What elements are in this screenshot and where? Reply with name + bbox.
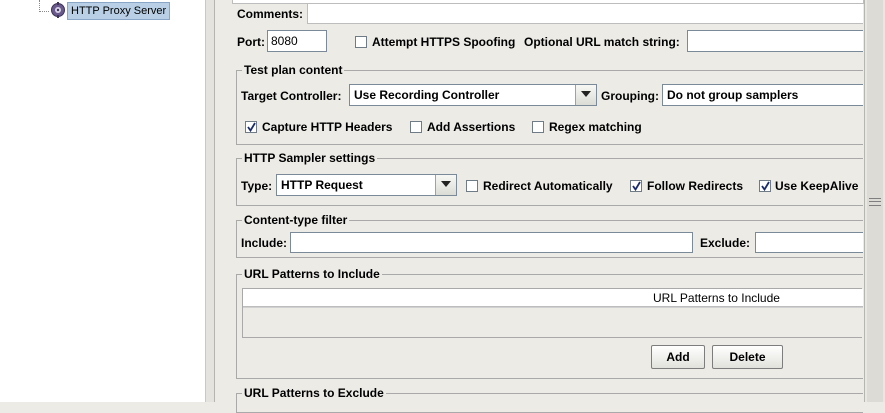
table-divider (243, 307, 863, 308)
delete-button[interactable]: Delete (712, 345, 783, 369)
vertical-scrollbar[interactable] (864, 0, 885, 402)
scrollbar-grip-icon (869, 198, 881, 206)
exclude-label: Exclude: (700, 236, 751, 250)
test-plan-tree: HTTP Proxy Server (0, 0, 206, 402)
content-type-filter-title: Content-type filter (242, 213, 350, 227)
add-assertions-label: Add Assertions (427, 120, 516, 134)
regex-matching-checkbox[interactable] (532, 121, 544, 133)
target-controller-select[interactable]: Use Recording Controller (349, 84, 597, 106)
add-assertions-checkbox[interactable] (410, 121, 422, 133)
http-sampler-settings-title: HTTP Sampler settings (242, 151, 378, 165)
https-spoofing-label: Attempt HTTPS Spoofing (372, 35, 516, 49)
comments-label: Comments: (237, 7, 304, 21)
redirect-automatically-checkbox[interactable] (466, 180, 478, 192)
redirect-automatically-label: Redirect Automatically (483, 179, 613, 193)
regex-matching-label: Regex matching (549, 120, 642, 134)
column-header-url-patterns: URL Patterns to Include (653, 291, 780, 305)
https-spoofing-checkbox[interactable] (355, 36, 367, 48)
url-include-title: URL Patterns to Include (242, 267, 382, 281)
url-exclude-title: URL Patterns to Exclude (242, 386, 386, 400)
dropdown-arrow-icon[interactable] (435, 175, 456, 195)
exclude-input[interactable] (755, 232, 863, 253)
tree-connector-line (39, 11, 49, 12)
sampler-type-label: Type: (241, 179, 273, 193)
capture-headers-checkbox[interactable] (245, 121, 257, 133)
comments-field[interactable] (307, 3, 863, 24)
scrollbar-grip-line (869, 201, 881, 202)
use-keepalive-checkbox[interactable] (759, 180, 771, 192)
use-keepalive-label: Use KeepAlive (775, 179, 859, 193)
test-plan-content-title: Test plan content (242, 63, 345, 77)
tree-item-label: HTTP Proxy Server (71, 5, 167, 17)
url-include-table[interactable]: URL Patterns to Include (242, 288, 863, 338)
capture-headers-label: Capture HTTP Headers (262, 120, 393, 134)
target-controller-value: Use Recording Controller (354, 88, 500, 102)
url-match-input[interactable] (687, 30, 863, 52)
dropdown-arrow-icon[interactable] (575, 85, 596, 105)
sampler-type-select[interactable]: HTTP Request (276, 174, 457, 196)
include-input[interactable] (290, 232, 693, 253)
grouping-select[interactable]: Do not group samplers (662, 84, 863, 106)
follow-redirects-checkbox[interactable] (630, 180, 642, 192)
port-label: Port: (237, 35, 265, 49)
port-input[interactable]: 8080 (267, 30, 327, 52)
add-button[interactable]: Add (651, 345, 705, 369)
sampler-type-value: HTTP Request (281, 178, 363, 192)
target-controller-label: Target Controller: (241, 89, 342, 103)
grouping-label: Grouping: (601, 89, 659, 103)
split-pane-divider[interactable] (206, 0, 215, 402)
follow-redirects-label: Follow Redirects (647, 179, 744, 193)
grouping-value: Do not group samplers (667, 88, 799, 102)
proxy-server-icon (50, 2, 66, 18)
table-header[interactable]: URL Patterns to Include (243, 289, 863, 307)
url-match-label: Optional URL match string: (524, 35, 680, 49)
tree-item-http-proxy-server[interactable]: HTTP Proxy Server (67, 2, 171, 20)
include-label: Include: (241, 236, 288, 250)
